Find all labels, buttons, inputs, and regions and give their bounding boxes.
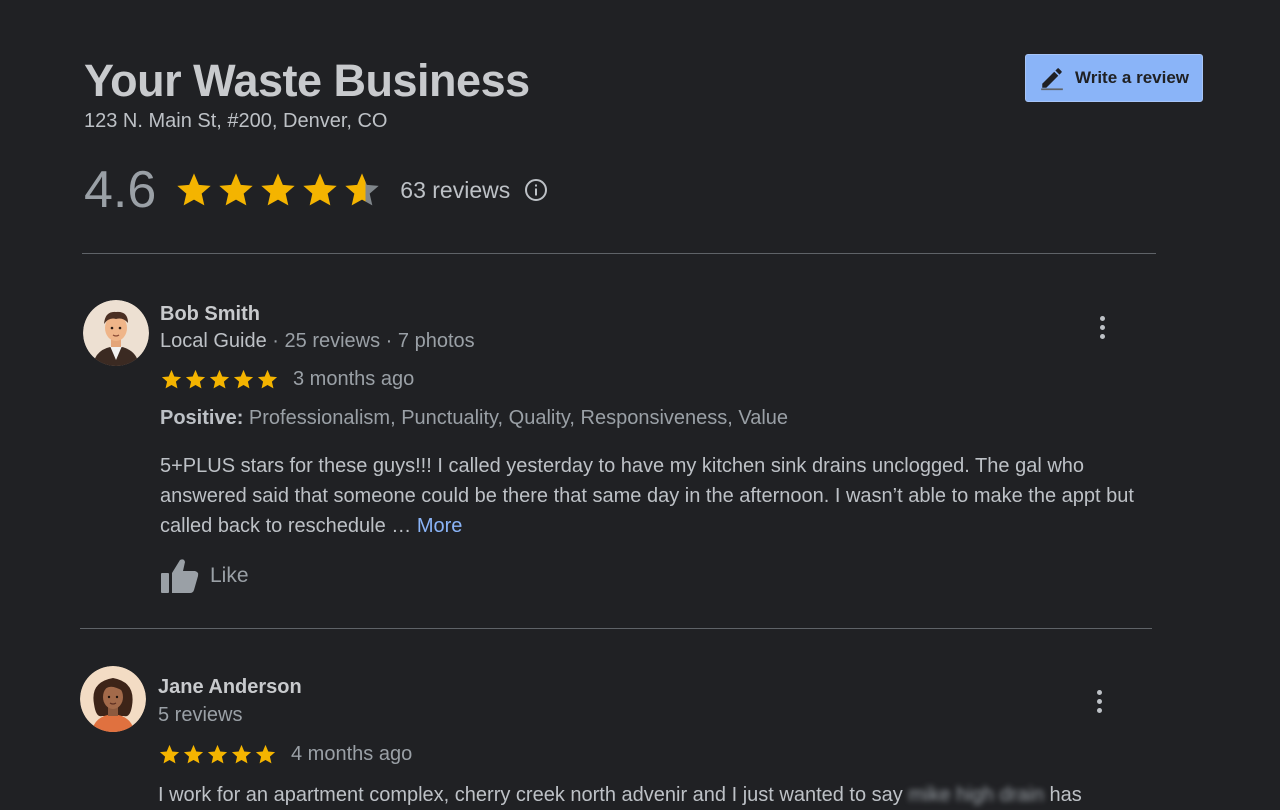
pencil-icon (1041, 68, 1063, 91)
more-link[interactable]: More (417, 515, 463, 537)
business-name: Your Waste Business (84, 55, 530, 106)
info-icon[interactable] (524, 178, 548, 202)
star-icon (255, 744, 276, 764)
star-icon (177, 173, 211, 206)
review-rating: 3 months ago (160, 368, 414, 391)
like-button[interactable]: Like (160, 558, 249, 594)
review-text: I work for an apartment complex, cherry … (158, 780, 1258, 810)
rating-summary: 4.6 63 reviews (84, 160, 548, 220)
star-icon (303, 173, 337, 206)
more-options-button[interactable] (1087, 686, 1111, 716)
star-icon (209, 369, 230, 389)
business-address: 123 N. Main St, #200, Denver, CO (84, 110, 388, 132)
divider (80, 628, 1152, 629)
star-icon (185, 369, 206, 389)
review-stars (158, 743, 277, 766)
like-label: Like (210, 564, 249, 587)
positive-attributes: Positive: Professionalism, Punctuality, … (160, 407, 788, 430)
star-icon (261, 173, 295, 206)
star-icon (207, 744, 228, 764)
review-body: I work for an apartment complex, cherry … (158, 784, 909, 806)
reviewer-name[interactable]: Bob Smith (160, 303, 260, 326)
review-text: 5+PLUS stars for these guys!!! I called … (160, 451, 1160, 541)
reviewer-meta: Local Guide · 25 reviews · 7 photos (160, 330, 475, 353)
review-body: 5+PLUS stars for these guys!!! I called … (160, 455, 1134, 537)
star-icon (257, 369, 278, 389)
positive-label: Positive: (160, 407, 244, 429)
review-rating: 4 months ago (158, 743, 412, 766)
blurred-text: mike high drain (908, 784, 1044, 806)
average-rating: 4.6 (84, 161, 157, 219)
star-icon (159, 744, 180, 764)
review-time: 3 months ago (293, 368, 415, 390)
local-guide-label: Local Guide (160, 330, 267, 352)
avatar[interactable] (83, 300, 149, 366)
reviewer-stats: · 25 reviews · 7 photos (266, 330, 475, 352)
reviewer-name[interactable]: Jane Anderson (158, 676, 302, 699)
thumbs-up-icon (161, 559, 199, 593)
divider (82, 253, 1156, 254)
star-icon (231, 744, 252, 764)
more-options-button[interactable] (1090, 312, 1114, 342)
review-stars (160, 368, 279, 391)
star-icon (233, 369, 254, 389)
review-time: 4 months ago (291, 743, 413, 765)
write-review-button[interactable]: Write a review (1025, 54, 1203, 102)
positive-text: Professionalism, Punctuality, Quality, R… (243, 407, 789, 429)
star-icon (161, 369, 182, 389)
rating-stars (174, 170, 382, 210)
avatar[interactable] (80, 666, 146, 732)
reviewer-meta: 5 reviews (158, 704, 243, 726)
star-icon (219, 173, 253, 206)
star-half-icon (345, 173, 379, 206)
review-body-tail: has (1043, 784, 1082, 806)
write-review-label: Write a review (1074, 68, 1190, 87)
review-count[interactable]: 63 reviews (400, 177, 510, 204)
star-icon (183, 744, 204, 764)
